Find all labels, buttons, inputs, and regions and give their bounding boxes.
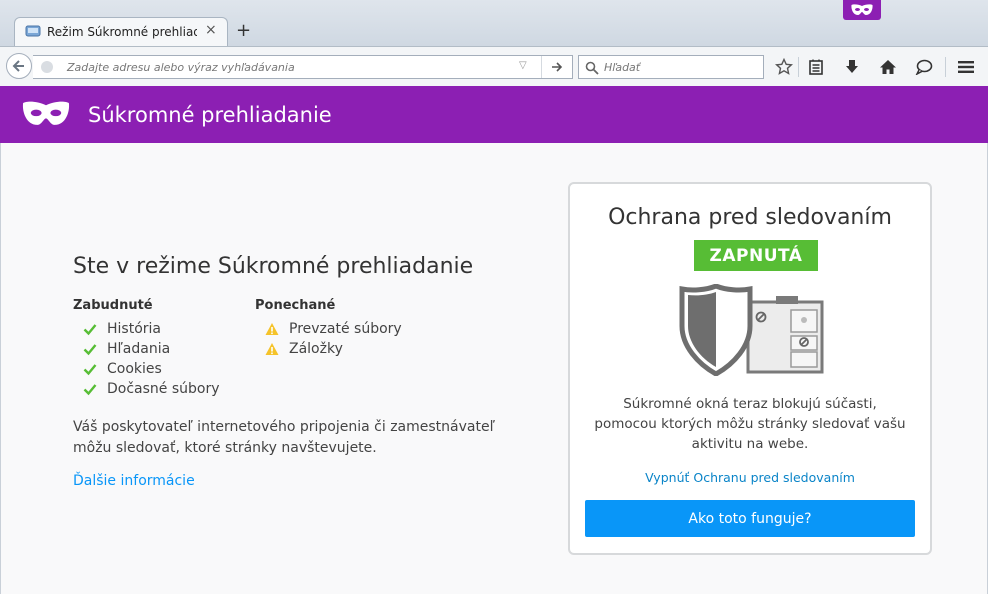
list-item-label: Prevzaté súbory <box>289 321 402 337</box>
active-tab[interactable]: Režim Súkromné prehliada... × <box>14 17 228 47</box>
private-browsing-header: Súkromné prehliadanie <box>0 86 988 143</box>
hamburger-menu-icon <box>958 61 974 73</box>
search-icon <box>585 60 599 79</box>
list-item: Záložky <box>255 339 402 359</box>
page-content: Ste v režime Súkromné prehliadanie Zabud… <box>0 143 988 594</box>
check-icon <box>83 342 97 356</box>
toolbar-separator <box>945 57 946 77</box>
private-mask-icon <box>22 101 70 125</box>
tab-close-button[interactable]: × <box>205 22 217 38</box>
go-arrow-icon <box>552 62 563 72</box>
bookmark-star-button[interactable] <box>772 55 796 79</box>
privacy-disclaimer: Váš poskytovateľ internetového pripojeni… <box>73 419 495 456</box>
title-bar: Režim Súkromné prehliada... × + <box>0 0 988 47</box>
url-bar[interactable]: Zadajte adresu alebo výraz vyhľadávania … <box>33 55 573 79</box>
check-icon <box>83 362 97 376</box>
globe-icon <box>41 61 53 73</box>
back-icon <box>12 60 24 72</box>
chat-button[interactable] <box>912 55 936 79</box>
private-tab-icon <box>25 25 41 37</box>
private-mask-icon <box>851 4 873 16</box>
url-placeholder: Zadajte adresu alebo výraz vyhľadávania <box>67 61 295 74</box>
warning-icon <box>265 322 279 336</box>
chat-icon <box>915 59 933 75</box>
tab-title: Režim Súkromné prehliada... <box>47 25 197 39</box>
search-placeholder: Hľadať <box>604 61 641 74</box>
toolbar-separator <box>798 57 799 77</box>
list-item-label: História <box>107 321 161 337</box>
forgotten-heading: Zabudnuté <box>73 298 153 313</box>
reading-list-icon <box>809 59 823 75</box>
disable-tracking-protection-link[interactable]: Vypnúť Ochranu pred sledovaním <box>570 470 930 485</box>
list-item: Cookies <box>73 359 220 379</box>
reading-list-button[interactable] <box>804 55 828 79</box>
learn-more-link[interactable]: Ďalšie informácie <box>73 473 195 489</box>
navigation-toolbar: Zadajte adresu alebo výraz vyhľadávania … <box>0 46 988 86</box>
header-title: Súkromné prehliadanie <box>88 103 332 127</box>
home-button[interactable] <box>876 55 900 79</box>
list-item-label: Cookies <box>107 361 162 377</box>
kept-heading: Ponechané <box>255 298 336 313</box>
url-history-dropdown[interactable]: ▽ <box>519 60 527 71</box>
list-item: Dočasné súbory <box>73 379 220 399</box>
downloads-button[interactable] <box>840 55 864 79</box>
check-icon <box>83 382 97 396</box>
forgotten-column: Zabudnuté História Hľadania Cookies Doča… <box>73 298 220 399</box>
list-item-label: Záložky <box>289 341 343 357</box>
menu-button[interactable] <box>954 55 978 79</box>
kept-column: Ponechané Prevzaté súbory Záložky <box>255 298 402 359</box>
download-icon <box>846 60 858 73</box>
back-button[interactable] <box>6 53 32 79</box>
page-title: Ste v režime Súkromné prehliadanie <box>73 254 474 279</box>
list-item: Hľadania <box>73 339 220 359</box>
list-item: História <box>73 319 220 339</box>
tracking-protection-title: Ochrana pred sledovaním <box>608 205 892 230</box>
home-icon <box>880 60 896 74</box>
go-button[interactable] <box>541 56 572 78</box>
bookmark-star-icon <box>775 58 793 75</box>
tracking-protection-card: Ochrana pred sledovaním ZAPNUTÁ Súkromné… <box>568 182 932 555</box>
check-icon <box>83 322 97 336</box>
private-window-indicator <box>843 0 881 20</box>
list-item-label: Hľadania <box>107 341 171 357</box>
search-bar[interactable]: Hľadať <box>578 55 764 79</box>
list-item-label: Dočasné súbory <box>107 381 220 397</box>
list-item: Prevzaté súbory <box>255 319 402 339</box>
new-tab-button[interactable]: + <box>236 20 251 41</box>
warning-icon <box>265 342 279 356</box>
status-badge: ZAPNUTÁ <box>694 240 818 271</box>
how-it-works-button[interactable]: Ako toto funguje? <box>585 500 915 537</box>
shield-icon <box>679 284 824 376</box>
tracking-protection-description: Súkromné okná teraz blokujú súčasti, pom… <box>594 396 906 452</box>
